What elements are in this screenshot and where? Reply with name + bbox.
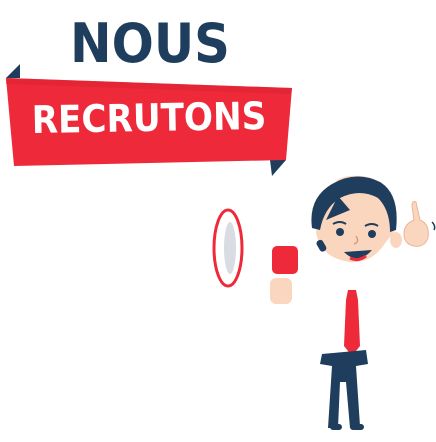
red-tie-icon — [344, 290, 360, 356]
businessman-figure — [212, 175, 436, 430]
headline-banner-word: RECRUTONS — [31, 93, 267, 143]
left-hand — [270, 278, 292, 304]
megaphone-icon — [212, 208, 298, 288]
recruitment-poster: NOUS RECRUTONS — [0, 0, 436, 442]
left-eye — [336, 228, 344, 236]
right-eye — [368, 230, 376, 238]
head — [311, 175, 402, 263]
banner-fold-left — [6, 64, 20, 78]
trousers — [320, 350, 368, 430]
headline-banner: RECRUTONS — [0, 64, 300, 176]
pointing-hand-icon — [403, 201, 436, 247]
